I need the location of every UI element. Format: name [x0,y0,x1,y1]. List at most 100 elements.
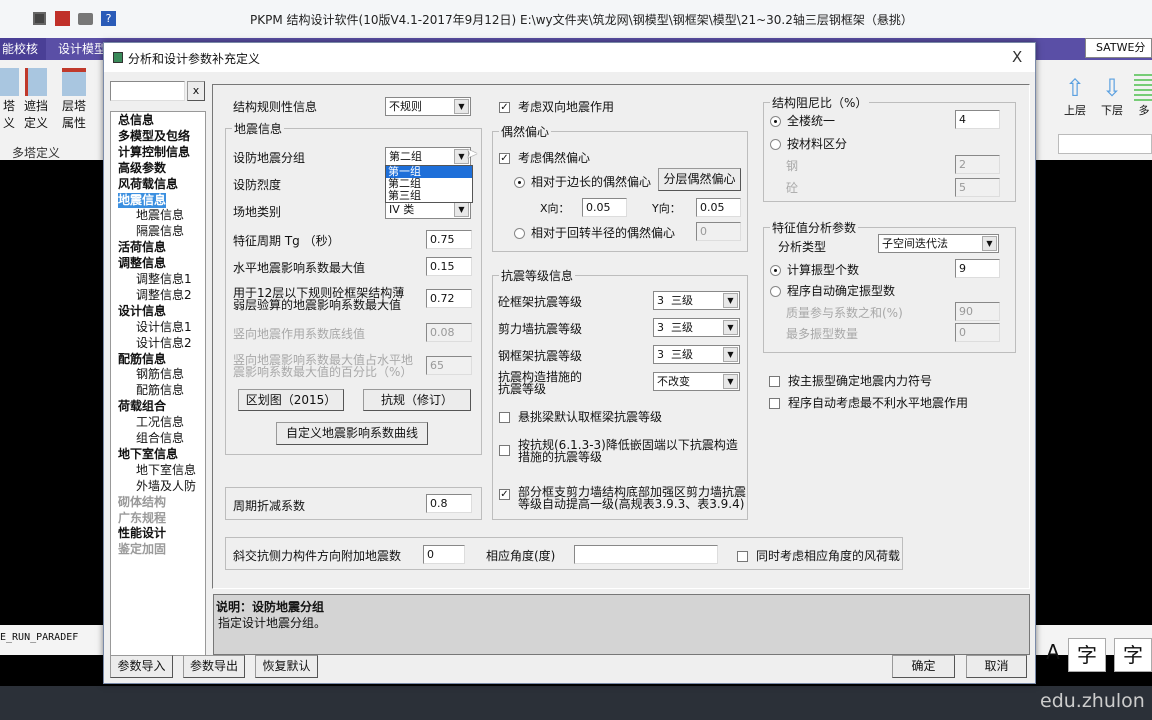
text-tool-a[interactable]: A [1040,640,1066,670]
tree-item[interactable]: 地下室信息 [136,463,196,478]
up-floor-button[interactable]: ⇧ 上层 [1060,74,1090,118]
reduce-grade-checkbox[interactable]: 按抗规(6.1.3-3)降低嵌固端以下抗震构造措施的抗震等级 [499,439,744,463]
tree-item[interactable]: 活荷信息 [118,240,166,255]
max-modes-label: 最多振型数量 [786,327,859,341]
regularity-select[interactable]: 不规则 ▼ [385,97,471,116]
custom-curve-button[interactable]: 自定义地震影响系数曲线 [276,422,428,445]
dropdown-option[interactable]: 第三组 [386,190,472,202]
tree-item[interactable]: 设计信息1 [136,320,192,335]
vertical-pct-input[interactable]: 65 [426,356,472,375]
tab-design-model[interactable]: 设计模型 [58,38,106,60]
tree-item[interactable]: 地震信息 [118,192,167,208]
down-floor-button[interactable]: ⇩ 下层 [1097,74,1127,118]
bidirectional-checkbox[interactable]: ✓ 考虑双向地震作用 [499,98,614,115]
tree-item[interactable]: 计算控制信息 [118,145,190,160]
tree-item[interactable]: 地下室信息 [118,447,178,462]
tree-item[interactable]: 隔震信息 [136,224,184,239]
seismic-code-button[interactable]: 抗规（修订） [363,389,471,411]
cantilever-beam-checkbox[interactable]: 悬挑梁默认取框梁抗震等级 [499,408,662,425]
tg-input[interactable]: 0.75 [426,230,472,249]
y-dir-label: Y向： [652,202,681,215]
mass-participation-input[interactable]: 90 [955,302,1000,321]
auto-mode-radio[interactable]: 程序自动确定振型数 [770,282,895,299]
damping-all-input[interactable]: 4 [955,110,1000,129]
ribbon-item-layer-tower[interactable]: 层塔 属性 [58,68,90,132]
steel-damping-input[interactable]: 2 [955,155,1000,174]
x-dir-input[interactable]: 0.05 [582,198,627,217]
steel-frame-grade-select[interactable]: 3 三级 ▼ [653,345,740,364]
max-modes-input[interactable]: 0 [955,323,1000,342]
multi-floor-button[interactable]: 多 [1134,74,1152,118]
right-select[interactable]: SATWE分 [1085,38,1152,58]
shear-wall-grade-select[interactable]: 3 三级 ▼ [653,318,740,337]
main-mode-sign-checkbox[interactable]: 按主振型确定地震内力符号 [769,372,932,389]
ribbon-item-shield[interactable]: 遮挡 定义 [20,68,52,132]
tree-item[interactable]: 总信息 [118,113,154,128]
tree-item[interactable]: 调整信息2 [136,288,192,303]
eq-group-select[interactable]: 第二组 ▼ [385,147,471,166]
building-icon [0,68,19,96]
tree-item[interactable]: 配筋信息 [136,383,184,398]
oblique-input[interactable]: 0 [423,545,465,564]
layer-eccentricity-button[interactable]: 分层偶然偏心 [658,168,741,191]
measure-grade-select[interactable]: 不改变 ▼ [653,372,740,391]
tree-item[interactable]: 地震信息 [136,208,184,223]
damping-material-radio[interactable]: 按材料区分 [770,135,847,152]
ribbon-item-tower[interactable]: 塔义 [0,68,22,132]
export-params-button[interactable]: 参数导出 [183,655,245,678]
gyration-input[interactable]: 0 [696,222,741,241]
tree-item[interactable]: 荷载组合 [118,399,166,414]
tree-item: 鉴定加固 [118,542,167,557]
tree-item[interactable]: 设计信息 [118,304,166,319]
tree-item[interactable]: 多模型及包络 [118,129,190,144]
wind-angle-checkbox[interactable]: 同时考虑相应角度的风荷载 [737,547,900,564]
radio-icon [770,286,781,297]
tree-item[interactable]: 配筋信息 [118,352,166,367]
pdf-icon[interactable] [55,11,70,26]
text-tool-edit[interactable]: 字 [1114,638,1152,672]
text-tool-move[interactable]: 字 [1068,638,1106,672]
tree-search-input[interactable] [110,81,185,101]
tab-check[interactable]: 能校核 [0,38,46,60]
radio-selected-icon [770,116,781,127]
tree-item[interactable]: 高级参数 [118,161,166,176]
tree-item[interactable]: 设计信息2 [136,336,192,351]
tree-item[interactable]: 调整信息1 [136,272,192,287]
import-params-button[interactable]: 参数导入 [110,655,173,678]
damping-all-radio[interactable]: 全楼统一 [770,112,835,129]
period-input[interactable]: 0.8 [426,494,472,513]
tree-item[interactable]: 性能设计 [118,526,166,541]
save-icon[interactable] [33,12,46,25]
eccentricity-checkbox[interactable]: ✓ 考虑偶然偏心 [499,149,590,166]
y-dir-input[interactable]: 0.05 [696,198,741,217]
weak-layer-input[interactable]: 0.72 [426,289,472,308]
tree-item[interactable]: 钢筋信息 [136,367,184,382]
tree-item[interactable]: 调整信息 [118,256,166,271]
mode-count-radio[interactable]: 计算振型个数 [770,261,859,278]
worst-direction-checkbox[interactable]: 程序自动考虑最不利水平地震作用 [769,394,968,411]
tree-item[interactable]: 工况信息 [136,415,184,430]
mode-count-input[interactable]: 9 [955,259,1000,278]
side-length-radio[interactable]: 相对于边长的偶然偏心 [514,173,651,190]
gyration-radio[interactable]: 相对于回转半径的偶然偏心 [514,224,675,241]
help-icon[interactable]: ? [101,11,116,26]
ok-button[interactable]: 确定 [892,655,955,678]
tree-item[interactable]: 外墙及人防 [136,479,196,494]
analysis-type-select[interactable]: 子空间迭代法 ▼ [878,234,999,253]
angle-input[interactable] [574,545,718,564]
raise-grade-checkbox[interactable]: ✓ 部分框支剪力墙结构底部加强区剪力墙抗震等级自动提高一级(高规表3.9.3、表3… [499,486,747,510]
restore-defaults-button[interactable]: 恢复默认 [255,655,318,678]
vertical-coef-input[interactable]: 0.08 [426,323,472,342]
radio-selected-icon [514,177,525,188]
concrete-damping-input[interactable]: 5 [955,178,1000,197]
tree-item[interactable]: 风荷载信息 [118,177,178,192]
zoning-map-button[interactable]: 区划图（2015） [238,389,344,411]
cancel-button[interactable]: 取消 [966,655,1027,678]
amax-input[interactable]: 0.15 [426,257,472,276]
close-icon[interactable]: X [1012,48,1022,66]
right-input[interactable] [1058,134,1152,154]
concrete-frame-grade-select[interactable]: 3 三级 ▼ [653,291,740,310]
tree-search-clear-button[interactable]: x [187,81,205,101]
print-icon[interactable] [78,13,93,25]
tree-item[interactable]: 组合信息 [136,431,184,446]
